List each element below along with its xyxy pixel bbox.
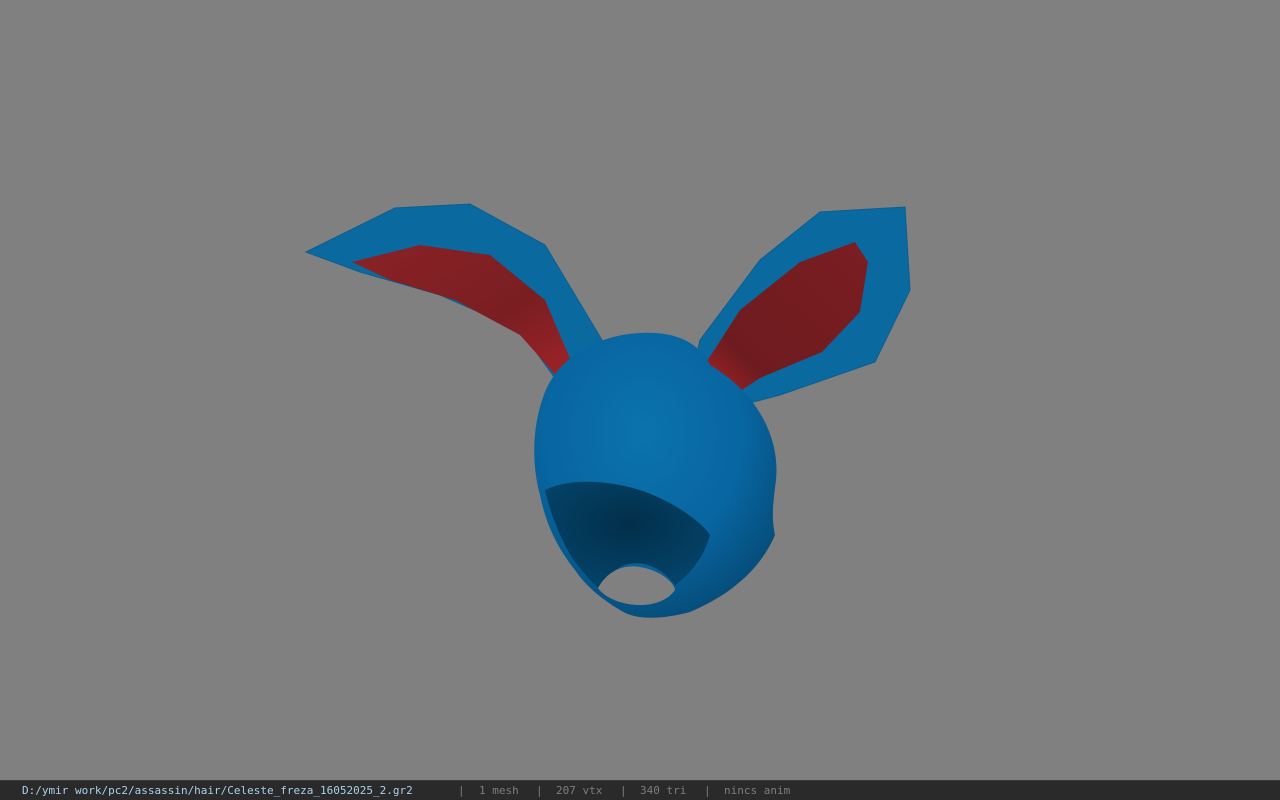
status-bar: D:/ymir work/pc2/assassin/hair/Celeste_f…: [0, 780, 1280, 800]
separator: |: [458, 784, 465, 797]
vertex-count: 207 vtx: [556, 784, 603, 797]
3d-viewport[interactable]: [0, 0, 1280, 780]
triangle-count: 340 tri: [640, 784, 687, 797]
model-render[interactable]: [0, 0, 1280, 780]
separator: |: [620, 784, 627, 797]
animation-status: nincs anim: [724, 784, 791, 797]
file-path: D:/ymir work/pc2/assassin/hair/Celeste_f…: [22, 784, 413, 797]
separator: |: [704, 784, 711, 797]
left-ear: [304, 203, 606, 386]
mesh-count: 1 mesh: [479, 784, 519, 797]
separator: |: [536, 784, 543, 797]
